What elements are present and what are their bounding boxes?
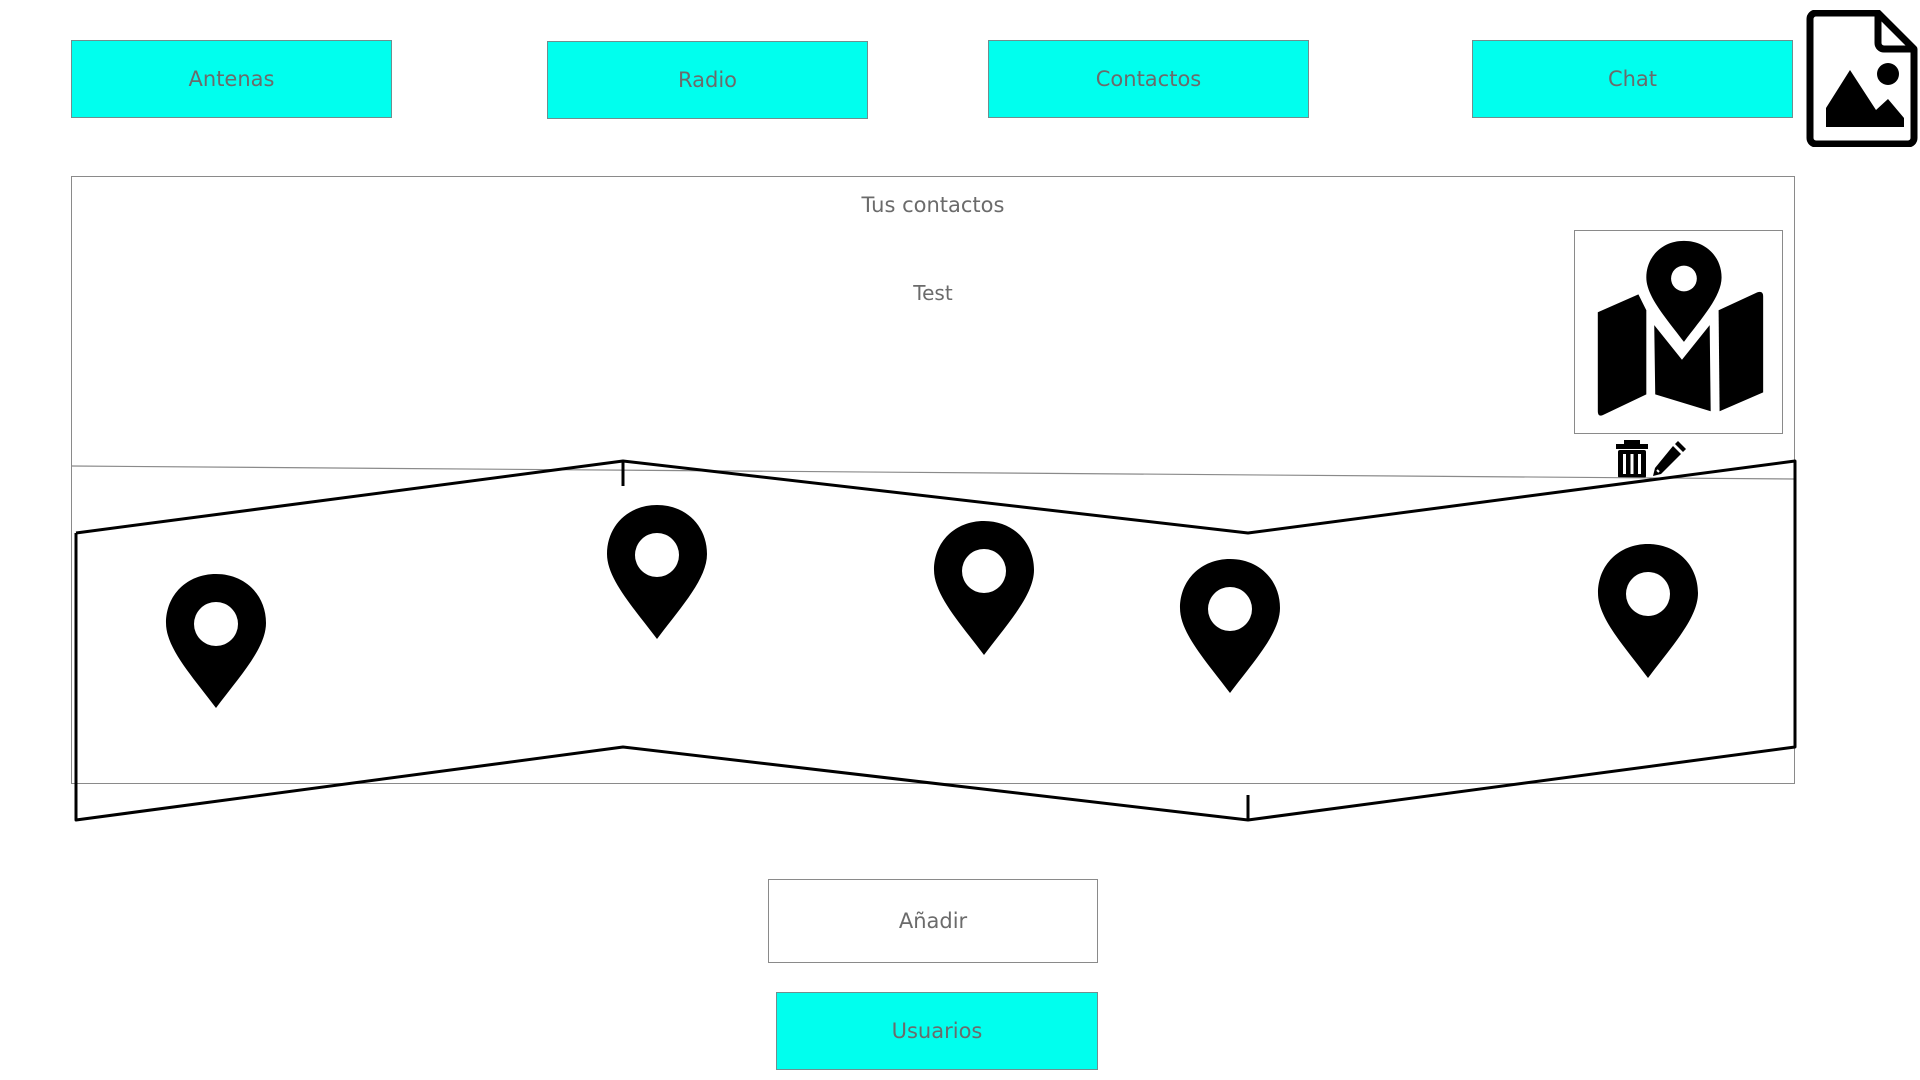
panel-title: Tus contactos — [861, 193, 1005, 217]
map-pin-icon[interactable] — [1596, 542, 1700, 680]
app-screen: Antenas Radio Contactos Chat Tus contact… — [0, 0, 1920, 1080]
users-button[interactable]: Usuarios — [776, 992, 1098, 1070]
contacts-panel: Tus contactos Test — [71, 176, 1795, 784]
map-location-icon — [1597, 240, 1764, 416]
nav-contactos-button[interactable]: Contactos — [988, 40, 1309, 118]
map-pin-icon[interactable] — [1178, 557, 1282, 695]
map-pin-icon[interactable] — [605, 503, 709, 641]
image-file-icon[interactable] — [1806, 9, 1920, 148]
nav-radio-button[interactable]: Radio — [547, 41, 868, 119]
add-button[interactable]: Añadir — [768, 879, 1098, 963]
trash-icon[interactable] — [1615, 439, 1649, 479]
pencil-icon[interactable] — [1650, 439, 1688, 479]
map-pin-icon[interactable] — [932, 519, 1036, 657]
nav-chat-button[interactable]: Chat — [1472, 40, 1793, 118]
map-pin-icon[interactable] — [164, 572, 268, 710]
contact-name[interactable]: Test — [72, 281, 1794, 305]
nav-antenas-button[interactable]: Antenas — [71, 40, 392, 118]
contact-map-thumbnail[interactable] — [1574, 230, 1783, 434]
